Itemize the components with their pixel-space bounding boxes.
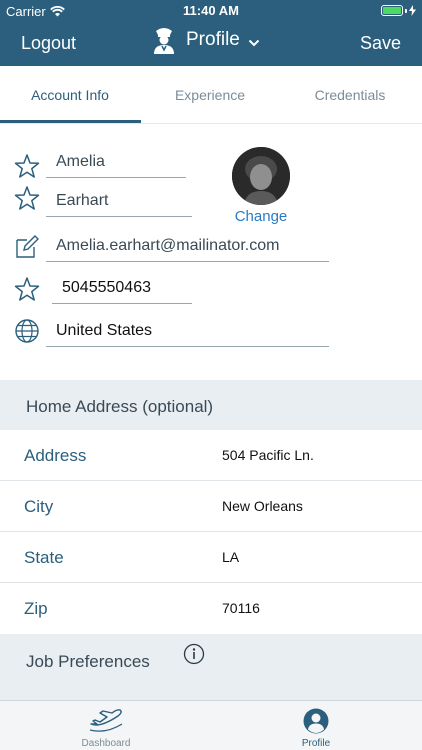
tab-profile-label: Profile	[301, 738, 331, 749]
tab-profile[interactable]: Profile	[256, 701, 376, 750]
avatar[interactable]	[232, 147, 290, 205]
zip-label: Zip	[24, 599, 48, 618]
change-photo-link[interactable]: Change	[232, 208, 290, 225]
email-field[interactable]: Amelia.earhart@mailinator.com	[46, 232, 329, 262]
star-icon	[14, 277, 40, 301]
active-tab-indicator	[0, 120, 141, 123]
charging-bolt-icon	[409, 5, 416, 16]
job-preferences-header: Job Preferences	[0, 634, 422, 700]
info-icon[interactable]	[183, 643, 205, 665]
logout-button[interactable]: Logout	[21, 33, 76, 54]
phone-field[interactable]: 5045550463	[52, 274, 192, 304]
app-header: Carrier 11:40 AM Logout Profile Save	[0, 0, 422, 66]
chevron-down-icon	[248, 39, 260, 46]
globe-icon	[15, 319, 39, 343]
home-address-header: Home Address (optional)	[0, 380, 422, 430]
edit-icon	[16, 235, 39, 258]
tab-account-info[interactable]: Account Info	[0, 66, 140, 124]
status-time: 11:40 AM	[183, 3, 239, 18]
city-label: City	[24, 497, 54, 516]
address-value: 504 Pacific Ln.	[222, 447, 314, 463]
zip-row[interactable]: Zip 70116	[0, 583, 422, 634]
country-field[interactable]: United States	[46, 317, 329, 347]
profile-title-dropdown[interactable]: Profile	[150, 26, 260, 54]
city-value: New Orleans	[222, 498, 303, 514]
tab-experience[interactable]: Experience	[140, 66, 280, 124]
pilot-icon	[154, 28, 174, 54]
user-icon	[303, 708, 329, 734]
first-name-field[interactable]: Amelia	[46, 148, 186, 178]
profile-tabs: Account Info Experience Credentials	[0, 66, 422, 124]
tab-dashboard[interactable]: Dashboard	[46, 701, 166, 750]
star-icon	[14, 186, 40, 210]
status-bar: Carrier 11:40 AM	[0, 0, 422, 22]
profile-photo	[232, 147, 290, 205]
state-row[interactable]: State LA	[0, 532, 422, 583]
section-title: Home Address (optional)	[26, 397, 214, 416]
tab-credentials[interactable]: Credentials	[280, 66, 420, 124]
tab-dashboard-label: Dashboard	[81, 738, 131, 749]
zip-value: 70116	[222, 600, 260, 616]
battery-indicator	[381, 5, 416, 16]
section-title: Job Preferences	[26, 652, 150, 671]
address-label: Address	[24, 446, 87, 465]
address-row[interactable]: Address 504 Pacific Ln.	[0, 430, 422, 481]
bottom-tab-bar: Dashboard Profile	[0, 700, 422, 750]
state-value: LA	[222, 549, 240, 565]
save-button[interactable]: Save	[360, 33, 401, 54]
city-row[interactable]: City New Orleans	[0, 481, 422, 532]
battery-level	[383, 7, 401, 14]
airplane-icon	[89, 709, 123, 732]
last-name-field[interactable]: Earhart	[46, 187, 192, 217]
battery-icon	[381, 5, 403, 16]
star-icon	[14, 154, 40, 178]
page-title: Profile	[186, 29, 240, 50]
state-label: State	[24, 548, 64, 567]
